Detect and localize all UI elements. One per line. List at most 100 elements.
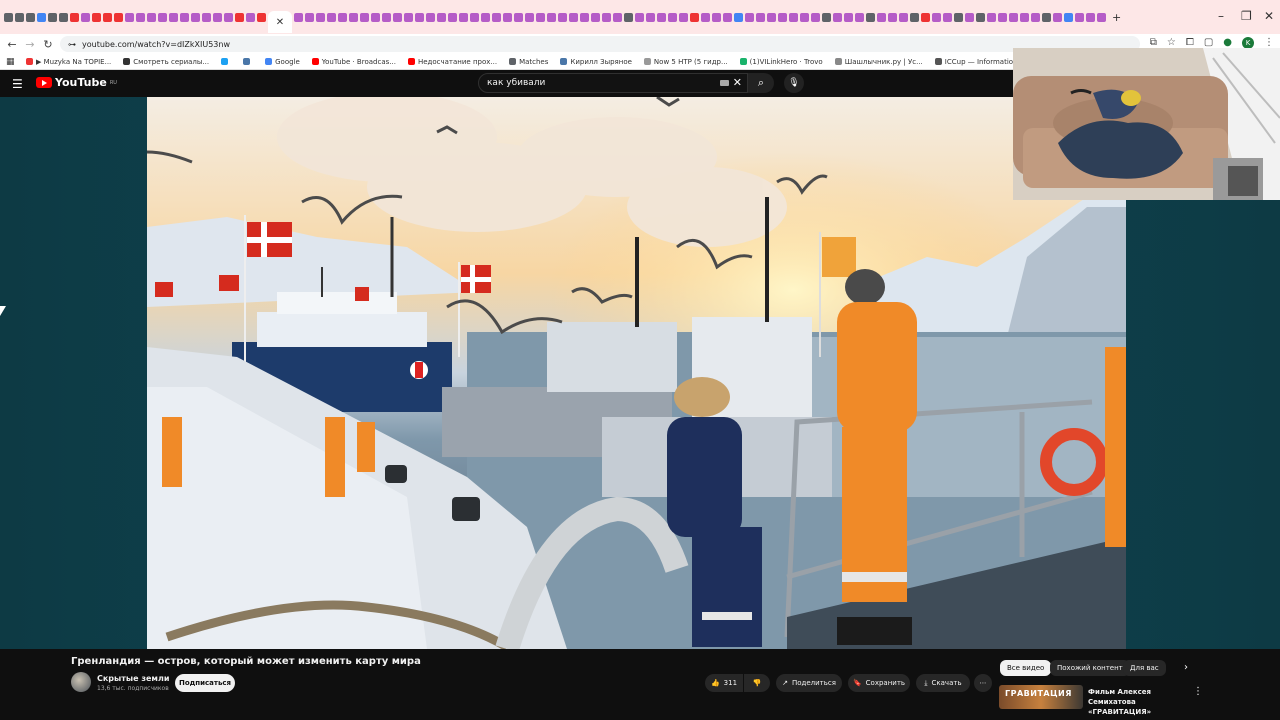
tab-favicon-icon[interactable] bbox=[899, 12, 908, 22]
tab-favicon-icon[interactable] bbox=[48, 12, 57, 22]
tab-favicon-icon[interactable] bbox=[657, 12, 666, 22]
chips-next-icon[interactable]: › bbox=[1184, 662, 1188, 673]
back-icon[interactable]: ← bbox=[3, 38, 21, 51]
bookmark-item[interactable]: Matches bbox=[509, 58, 548, 66]
tab-favicon-icon[interactable] bbox=[257, 12, 266, 22]
menu-icon[interactable]: ☰ bbox=[12, 77, 23, 91]
tab-favicon-icon[interactable] bbox=[525, 12, 534, 22]
tab-favicon-icon[interactable] bbox=[723, 12, 732, 22]
tab-favicon-icon[interactable] bbox=[580, 12, 589, 22]
tab-favicon-icon[interactable] bbox=[536, 12, 545, 22]
bookmark-item[interactable]: (1)VILinkHero · Trovo bbox=[739, 58, 823, 66]
tab-favicon-icon[interactable] bbox=[767, 12, 776, 22]
minimize-icon[interactable]: – bbox=[1218, 9, 1224, 23]
tab-favicon-icon[interactable] bbox=[668, 12, 677, 22]
tab-favicon-icon[interactable] bbox=[481, 12, 490, 22]
tab-favicon-icon[interactable] bbox=[213, 12, 222, 22]
tab-favicon-icon[interactable] bbox=[1097, 12, 1106, 22]
tab-favicon-icon[interactable] bbox=[371, 12, 380, 22]
tab-favicon-icon[interactable] bbox=[624, 12, 633, 22]
tab-favicon-icon[interactable] bbox=[404, 12, 413, 22]
tab-favicon-icon[interactable] bbox=[910, 12, 919, 22]
channel-name[interactable]: Скрытые земли bbox=[97, 674, 169, 683]
recommended-thumbnail[interactable]: ГРАВИТАЦИЯ bbox=[999, 685, 1083, 709]
tab-favicon-icon[interactable] bbox=[26, 12, 35, 22]
save-button[interactable]: 🔖 Сохранить bbox=[848, 674, 910, 692]
tab-favicon-icon[interactable] bbox=[1042, 12, 1051, 22]
tab-favicon-icon[interactable] bbox=[246, 12, 255, 22]
tab-favicon-icon[interactable] bbox=[998, 12, 1007, 22]
chip-related[interactable]: Похожий контент bbox=[1050, 660, 1130, 676]
tab-favicon-icon[interactable] bbox=[327, 12, 336, 22]
tab-favicon-icon[interactable] bbox=[503, 12, 512, 22]
tab-favicon-icon[interactable] bbox=[448, 12, 457, 22]
tab-favicon-icon[interactable] bbox=[866, 12, 875, 22]
voice-search-button[interactable]: 🎙 bbox=[784, 73, 804, 93]
tab-favicon-icon[interactable] bbox=[976, 12, 985, 22]
tab-favicon-icon[interactable] bbox=[965, 12, 974, 22]
tab-favicon-icon[interactable] bbox=[591, 12, 600, 22]
bookmark-item[interactable] bbox=[243, 58, 253, 65]
tab-favicon-icon[interactable] bbox=[844, 12, 853, 22]
bookmark-item[interactable]: Смотреть сериалы... bbox=[123, 58, 209, 66]
share-button[interactable]: ↗ Поделиться bbox=[776, 674, 842, 692]
tab-favicon-icon[interactable] bbox=[1086, 12, 1095, 22]
restore-icon[interactable]: ❐ bbox=[1241, 9, 1252, 23]
tab-favicon-icon[interactable] bbox=[778, 12, 787, 22]
reload-icon[interactable]: ↻ bbox=[39, 38, 57, 51]
more-actions-button[interactable]: ⋯ bbox=[974, 674, 992, 692]
tab-favicon-icon[interactable] bbox=[426, 12, 435, 22]
tab-favicon-icon[interactable] bbox=[125, 12, 134, 22]
tab-favicon-icon[interactable] bbox=[15, 12, 24, 22]
tab-favicon-icon[interactable] bbox=[635, 12, 644, 22]
channel-avatar[interactable] bbox=[71, 672, 91, 692]
video-player[interactable] bbox=[147, 97, 1126, 649]
tab-favicon-icon[interactable] bbox=[459, 12, 468, 22]
bookmark-item[interactable]: ICCup — Informatio... bbox=[934, 58, 1020, 66]
tab-favicon-icon[interactable] bbox=[855, 12, 864, 22]
tab-favicon-icon[interactable] bbox=[954, 12, 963, 22]
tab-favicon-icon[interactable] bbox=[437, 12, 446, 22]
tab-favicon-icon[interactable] bbox=[679, 12, 688, 22]
search-button[interactable]: ⌕ bbox=[748, 73, 774, 93]
tab-favicon-icon[interactable] bbox=[92, 12, 101, 22]
tab-favicon-icon[interactable] bbox=[158, 12, 167, 22]
tab-favicon-icon[interactable] bbox=[690, 12, 699, 22]
tab-favicon-icon[interactable] bbox=[569, 12, 578, 22]
tab-favicon-icon[interactable] bbox=[349, 12, 358, 22]
tab-favicon-icon[interactable] bbox=[235, 12, 244, 22]
tab-favicon-icon[interactable] bbox=[224, 12, 233, 22]
tab-favicon-icon[interactable] bbox=[202, 12, 211, 22]
like-button[interactable]: 👍 311 bbox=[705, 674, 743, 692]
tab-favicon-icon[interactable] bbox=[943, 12, 952, 22]
tab-favicon-icon[interactable] bbox=[191, 12, 200, 22]
tab-favicon-icon[interactable] bbox=[822, 12, 831, 22]
subscribe-button[interactable]: Подписаться bbox=[175, 674, 235, 692]
tab-favicon-icon[interactable] bbox=[37, 12, 46, 22]
bookmark-item[interactable]: Google bbox=[265, 58, 300, 66]
dislike-button[interactable]: 👎 bbox=[744, 674, 770, 692]
tab-favicon-icon[interactable] bbox=[360, 12, 369, 22]
tab-favicon-icon[interactable] bbox=[547, 12, 556, 22]
tab-favicon-icon[interactable] bbox=[1064, 12, 1073, 22]
tab-favicon-icon[interactable] bbox=[4, 12, 13, 22]
bookmark-item[interactable]: YouTube · Broadcas... bbox=[311, 58, 396, 66]
tab-favicon-icon[interactable] bbox=[514, 12, 523, 22]
bookmark-item[interactable] bbox=[221, 58, 231, 65]
chip-all-videos[interactable]: Все видео bbox=[1000, 660, 1052, 676]
recommended-title[interactable]: Фильм Алексея Семихатова «ГРАВИТАЦИЯ» bbox=[1088, 687, 1188, 717]
close-window-icon[interactable]: ✕ bbox=[1264, 9, 1274, 23]
tab-favicon-icon[interactable] bbox=[492, 12, 501, 22]
tab-favicon-icon[interactable] bbox=[470, 12, 479, 22]
site-info-icon[interactable]: ⊶ bbox=[68, 40, 76, 49]
tab-favicon-icon[interactable] bbox=[800, 12, 809, 22]
tab-favicon-icon[interactable] bbox=[613, 12, 622, 22]
tab-favicon-icon[interactable] bbox=[987, 12, 996, 22]
tab-favicon-icon[interactable] bbox=[1053, 12, 1062, 22]
bookmark-item[interactable]: Шашлычник.ру | Ус... bbox=[834, 58, 923, 66]
recommended-menu-icon[interactable]: ⋮ bbox=[1193, 686, 1203, 697]
tab-favicon-icon[interactable] bbox=[701, 12, 710, 22]
bookmark-item[interactable]: Now 5 HTP (5 гидр... bbox=[643, 58, 728, 66]
forward-icon[interactable]: → bbox=[21, 38, 39, 51]
tab-favicon-icon[interactable] bbox=[180, 12, 189, 22]
